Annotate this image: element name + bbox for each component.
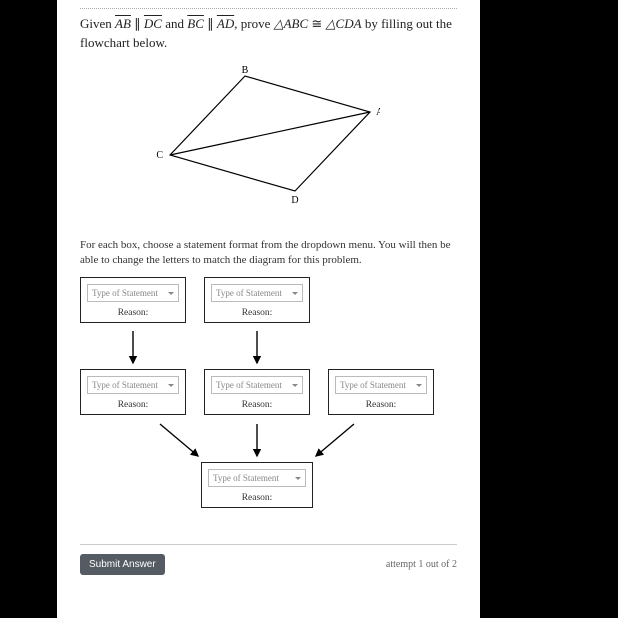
- reason-label-3: Reason:: [87, 400, 179, 410]
- vertex-c: C: [156, 150, 163, 161]
- chevron-down-icon: [292, 292, 298, 295]
- worksheet-page: Given AB ∥ DC and BC ∥ AD, prove △ABC ≅ …: [57, 0, 480, 618]
- problem-prompt: Given AB ∥ DC and BC ∥ AD, prove △ABC ≅ …: [80, 15, 457, 53]
- reason-label-4: Reason:: [211, 400, 303, 410]
- flow-box-5: Type of Statement Reason:: [328, 369, 434, 415]
- flowchart: Type of Statement Reason: Type of Statem…: [80, 277, 457, 522]
- chevron-down-icon: [295, 477, 301, 480]
- statement-dropdown-6[interactable]: Type of Statement: [208, 469, 306, 487]
- reason-label-1: Reason:: [87, 308, 179, 318]
- statement-dropdown-2[interactable]: Type of Statement: [211, 284, 303, 302]
- reason-label-6: Reason:: [208, 493, 306, 503]
- instructions-text: For each box, choose a statement format …: [80, 238, 457, 268]
- submit-button[interactable]: Submit Answer: [80, 554, 165, 575]
- reason-label-2: Reason:: [211, 308, 303, 318]
- statement-dropdown-1[interactable]: Type of Statement: [87, 284, 179, 302]
- flow-box-2: Type of Statement Reason:: [204, 277, 310, 323]
- parallelogram-diagram: B A C D: [80, 65, 457, 224]
- statement-dropdown-3[interactable]: Type of Statement: [87, 376, 179, 394]
- reason-label-5: Reason:: [335, 400, 427, 410]
- chevron-down-icon: [416, 384, 422, 387]
- flow-box-3: Type of Statement Reason:: [80, 369, 186, 415]
- footer-bar: Submit Answer attempt 1 out of 2: [80, 544, 457, 575]
- vertex-d: D: [291, 195, 298, 206]
- flow-box-1: Type of Statement Reason:: [80, 277, 186, 323]
- attempt-counter: attempt 1 out of 2: [386, 559, 457, 570]
- vertex-a: A: [376, 107, 380, 118]
- statement-dropdown-5[interactable]: Type of Statement: [335, 376, 427, 394]
- flow-box-4: Type of Statement Reason:: [204, 369, 310, 415]
- flow-box-6: Type of Statement Reason:: [201, 462, 313, 508]
- chevron-down-icon: [168, 384, 174, 387]
- chevron-down-icon: [292, 384, 298, 387]
- chevron-down-icon: [168, 292, 174, 295]
- statement-dropdown-4[interactable]: Type of Statement: [211, 376, 303, 394]
- divider-dots: [80, 8, 457, 9]
- vertex-b: B: [242, 65, 249, 76]
